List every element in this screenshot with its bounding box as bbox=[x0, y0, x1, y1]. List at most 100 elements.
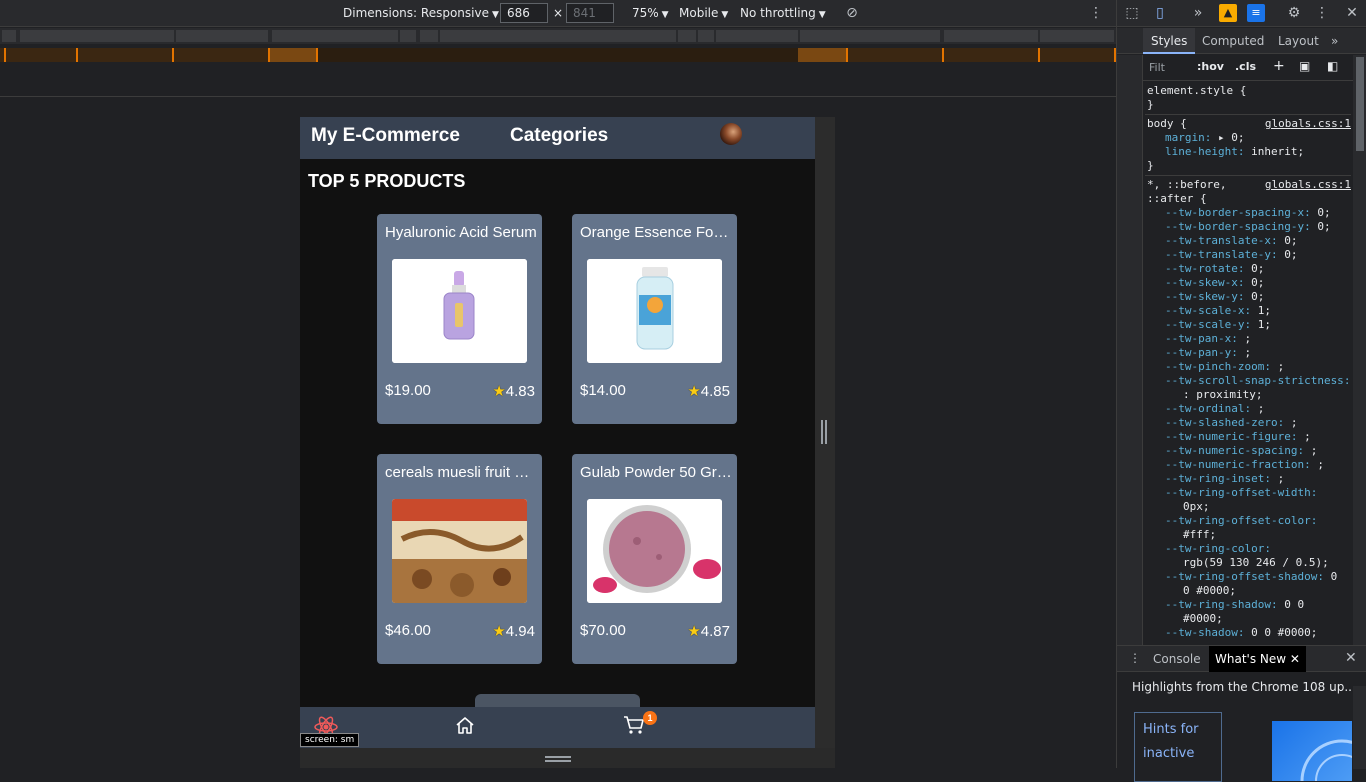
product-price: $46.00 bbox=[385, 622, 431, 639]
tab-computed[interactable]: Computed bbox=[1202, 34, 1264, 48]
warning-icon[interactable]: ▲ bbox=[1219, 4, 1237, 22]
tab-whats-new[interactable]: What's New ✕ bbox=[1209, 646, 1306, 672]
css-property: --tw-rotate: 0; bbox=[1165, 262, 1265, 275]
css-property: --tw-numeric-spacing: ; bbox=[1165, 444, 1318, 457]
hov-toggle[interactable]: :hov bbox=[1197, 60, 1224, 73]
css-property: --tw-ordinal: ; bbox=[1165, 402, 1265, 415]
star-icon: ★ bbox=[687, 383, 701, 400]
close-drawer-icon[interactable]: ✕ bbox=[1345, 650, 1357, 666]
product-rating: ★4.85 bbox=[687, 383, 730, 400]
css-property: --tw-ring-color: bbox=[1165, 542, 1271, 555]
css-property: 0 #0000; bbox=[1183, 584, 1236, 597]
close-devtools-icon[interactable]: ✕ bbox=[1343, 4, 1361, 22]
product-image bbox=[392, 259, 527, 363]
zoom-select[interactable]: 75% ▼ bbox=[632, 6, 669, 20]
css-property: : proximity; bbox=[1183, 388, 1263, 401]
more-panes-icon[interactable]: » bbox=[1331, 34, 1338, 48]
sidebar-toggle-icon[interactable]: ◧ bbox=[1327, 59, 1338, 73]
source-link[interactable]: globals.css:1 bbox=[1265, 117, 1351, 131]
cls-toggle[interactable]: .cls bbox=[1235, 60, 1256, 73]
bottom-nav: 1 bbox=[300, 707, 815, 748]
customize-menu-icon[interactable]: ⋮ bbox=[1313, 4, 1331, 22]
brand-link[interactable]: My E-Commerce bbox=[311, 125, 460, 147]
home-icon[interactable] bbox=[455, 715, 475, 740]
device-viewport: My E-Commerce Categories TOP 5 PRODUCTS … bbox=[300, 117, 815, 748]
app-header: My E-Commerce Categories bbox=[300, 117, 815, 159]
css-property: --tw-pan-x: ; bbox=[1165, 332, 1252, 345]
product-image bbox=[587, 499, 722, 603]
css-property: --tw-pinch-zoom: ; bbox=[1165, 360, 1285, 373]
css-property: --tw-pan-y: ; bbox=[1165, 346, 1252, 359]
close-tab-icon[interactable]: ✕ bbox=[1290, 652, 1300, 666]
product-price: $70.00 bbox=[580, 622, 626, 639]
section-title: TOP 5 PRODUCTS bbox=[308, 171, 466, 191]
styles-tab-bar: Styles Computed Layout » bbox=[1117, 28, 1366, 54]
throttling-select[interactable]: No throttling ▼ bbox=[740, 6, 826, 20]
product-rating: ★4.87 bbox=[687, 623, 730, 640]
hints-inactive-link[interactable]: Hints for inactive bbox=[1134, 712, 1222, 782]
css-property: --tw-translate-x: 0; bbox=[1165, 234, 1298, 247]
tab-layout[interactable]: Layout bbox=[1278, 34, 1319, 48]
element-style-rule: element.style { } bbox=[1145, 82, 1351, 115]
css-property: --tw-ring-offset-width: bbox=[1165, 486, 1318, 499]
body-rule: body {globals.css:1 margin: ▸ 0; line-he… bbox=[1145, 115, 1351, 176]
media-query-bar-min bbox=[0, 48, 1116, 62]
tab-console[interactable]: Console bbox=[1153, 652, 1201, 666]
resize-handle-right[interactable] bbox=[821, 420, 827, 444]
screen-size-tag: screen: sm bbox=[300, 733, 360, 747]
source-link[interactable]: globals.css:1 bbox=[1265, 178, 1351, 192]
product-name: Hyaluronic Acid Serum bbox=[385, 224, 537, 241]
styles-filter-row: Filt :hov .cls + ▣ ◧ bbox=[1143, 55, 1366, 81]
issues-icon[interactable]: ≡ bbox=[1247, 4, 1265, 22]
more-tabs-icon[interactable]: » bbox=[1189, 4, 1207, 22]
filter-input[interactable]: Filt bbox=[1149, 61, 1165, 74]
devtools-panel: ⬚ ▯ » ▲ ≡ ⚙ ⋮ ✕ Styles Computed Layout »… bbox=[1116, 0, 1366, 782]
css-property: --tw-ring-shadow: 0 0 bbox=[1165, 598, 1305, 611]
product-name: Gulab Powder 50 Gram bbox=[580, 464, 732, 481]
width-input[interactable]: 686 bbox=[500, 3, 548, 23]
product-card[interactable]: Orange Essence Food Flavour $14.00 ★4.85 bbox=[572, 214, 737, 424]
paint-icon[interactable]: ▣ bbox=[1299, 59, 1310, 73]
devtools-top-toolbar: ⬚ ▯ » ▲ ≡ ⚙ ⋮ ✕ bbox=[1117, 0, 1366, 27]
css-property: --tw-shadow: 0 0 #0000; bbox=[1165, 626, 1318, 639]
product-name: cereals muesli fruit nuts bbox=[385, 464, 537, 481]
css-property: --tw-numeric-figure: ; bbox=[1165, 430, 1311, 443]
settings-gear-icon[interactable]: ⚙ bbox=[1285, 4, 1303, 22]
css-property: --tw-slashed-zero: ; bbox=[1165, 416, 1298, 429]
css-property: --tw-border-spacing-x: 0; bbox=[1165, 206, 1331, 219]
cart-count-badge: 1 bbox=[643, 711, 657, 725]
resize-handle-bottom[interactable] bbox=[545, 756, 571, 762]
product-rating: ★4.94 bbox=[492, 623, 535, 640]
styles-pane: element.style { } body {globals.css:1 ma… bbox=[1145, 82, 1351, 642]
drawer-tab-bar: ⋮ Console What's New ✕ ✕ bbox=[1117, 646, 1366, 672]
feature-illustration bbox=[1272, 721, 1352, 781]
more-options-icon[interactable]: ⋮ bbox=[1087, 4, 1105, 22]
inspect-icon[interactable]: ⬚ bbox=[1123, 4, 1141, 22]
css-property: rgb(59 130 246 / 0.5); bbox=[1183, 556, 1329, 569]
product-card[interactable]: Hyaluronic Acid Serum $19.00 ★4.83 bbox=[377, 214, 542, 424]
drawer-menu-icon[interactable]: ⋮ bbox=[1129, 651, 1141, 665]
tab-styles[interactable]: Styles bbox=[1143, 28, 1196, 54]
device-toggle-icon[interactable]: ▯ bbox=[1151, 4, 1169, 22]
styles-scrollbar[interactable] bbox=[1353, 55, 1366, 645]
device-mode-select[interactable]: Mobile ▼ bbox=[679, 6, 728, 20]
drawer-scrollbar[interactable] bbox=[1353, 686, 1366, 769]
css-property: 0px; bbox=[1183, 500, 1210, 513]
product-card[interactable]: Gulab Powder 50 Gram $70.00 ★4.87 bbox=[572, 454, 737, 664]
devtools-drawer: ⋮ Console What's New ✕ ✕ Highlights from… bbox=[1117, 645, 1366, 782]
product-price: $19.00 bbox=[385, 382, 431, 399]
product-card[interactable]: cereals muesli fruit nuts $46.00 ★4.94 bbox=[377, 454, 542, 664]
device-emulation-area: Dimensions: Responsive ▼ 686 × 841 75% ▼ M… bbox=[0, 0, 1116, 768]
css-property: --tw-skew-x: 0; bbox=[1165, 276, 1265, 289]
height-input[interactable]: 841 bbox=[566, 3, 614, 23]
whats-new-heading: Highlights from the Chrome 108 up... bbox=[1132, 680, 1356, 694]
avatar[interactable] bbox=[720, 123, 742, 145]
css-property: --tw-border-spacing-y: 0; bbox=[1165, 220, 1331, 233]
css-property: --tw-ring-offset-color: bbox=[1165, 514, 1318, 527]
new-rule-icon[interactable]: + bbox=[1273, 58, 1285, 74]
rotate-icon[interactable]: ⊘ bbox=[843, 4, 861, 22]
categories-link[interactable]: Categories bbox=[510, 125, 608, 147]
cart-icon[interactable] bbox=[623, 715, 645, 740]
dimensions-select[interactable]: Dimensions: Responsive ▼ bbox=[343, 6, 499, 20]
css-property: --tw-scale-y: 1; bbox=[1165, 318, 1271, 331]
